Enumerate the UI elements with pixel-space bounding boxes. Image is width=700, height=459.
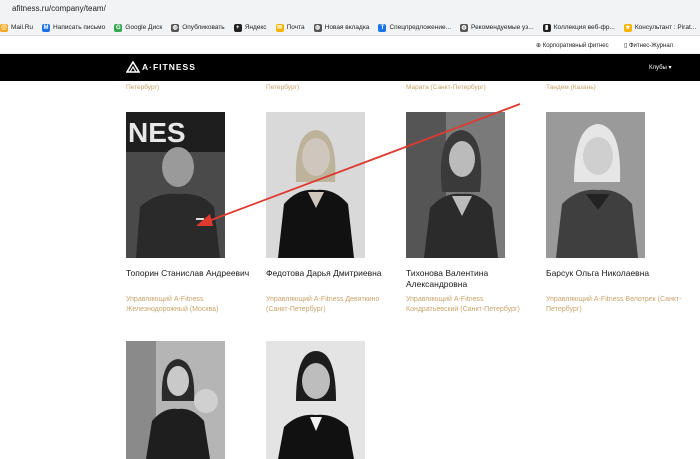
bookmark-label: Почта xyxy=(286,24,305,31)
bookmark-label: Консультант : Pirat... xyxy=(634,24,697,31)
google-icon: G xyxy=(114,23,123,32)
bookmark-label: Яндекс xyxy=(244,24,267,31)
bookmark-item[interactable]: ◍ Новая вкладка xyxy=(313,23,370,32)
bookmark-label: Опубликовать xyxy=(182,24,225,31)
bookmark-label: Написать письмо xyxy=(53,24,106,31)
url-text[interactable]: afitness.ru/company/team/ xyxy=(12,4,106,13)
bookmark-label: Рекомендуемые уз... xyxy=(471,24,534,31)
bookmark-label: Mail.Ru xyxy=(11,24,34,31)
bookmark-item[interactable]: @ Mail.Ru xyxy=(0,23,34,32)
staff-photo[interactable] xyxy=(266,112,365,258)
mailru-icon: @ xyxy=(0,23,8,32)
star-icon: ★ xyxy=(623,23,632,32)
staff-name[interactable]: Федотова Дарья Дмитриевна xyxy=(266,268,386,279)
bookmark-item[interactable]: G Google Диск xyxy=(114,23,163,32)
mail-icon: M xyxy=(42,23,51,32)
logo-mark-icon xyxy=(126,61,140,73)
bookmark-item[interactable]: ◍ Рекомендуемые уз... xyxy=(460,23,534,32)
bookmark-label: Новая вкладка xyxy=(324,24,370,31)
mail-envelope-icon: ✉ xyxy=(275,23,284,32)
globe-icon: ◍ xyxy=(313,23,322,32)
clubs-dropdown[interactable]: Клубы ▾ xyxy=(649,64,672,71)
corporate-fitness-link[interactable]: ⊕ Корпоративный фитнес xyxy=(536,42,609,49)
staff-name[interactable]: Барсук Ольга Николаевна xyxy=(546,268,656,279)
previous-row-caption: Петербург) xyxy=(266,84,300,91)
staff-photo[interactable] xyxy=(546,112,645,258)
bookmark-item[interactable]: ◍ Опубликовать xyxy=(171,23,225,32)
bookmark-label: Google Диск xyxy=(125,24,163,31)
staff-role: Управляющий A-Fitness Железнодорожный (М… xyxy=(126,296,219,313)
bookmark-item[interactable]: ✉ Почта xyxy=(275,23,305,32)
previous-row-caption: Петербург) xyxy=(126,84,160,91)
doc-icon: ▮ xyxy=(542,23,551,32)
previous-row-caption: Тандем (Казань) xyxy=(546,84,596,91)
staff-name[interactable]: Топорин Станислав Андреевич xyxy=(126,268,256,279)
address-bar[interactable]: afitness.ru/company/team/ xyxy=(0,0,700,20)
staff-photo[interactable] xyxy=(266,341,365,459)
site-logo[interactable]: A·FITNESS xyxy=(126,61,196,73)
tp-icon: T xyxy=(378,23,387,32)
fitness-journal-label: Фитнес-Журнал xyxy=(628,43,674,49)
staff-name[interactable]: Тихонова Валентина Александровна xyxy=(406,268,526,290)
corporate-fitness-label: Корпоративный фитнес xyxy=(542,43,609,49)
corporate-topbar: ⊕ Корпоративный фитнес ▯ Фитнес-Журнал xyxy=(0,37,700,54)
bookmark-item[interactable]: ▮ Коллекция веб-фр... xyxy=(542,23,615,32)
main-nav: A·FITNESS Клубы ▾ xyxy=(0,54,700,81)
bookmark-label: Коллекция веб-фр... xyxy=(553,24,615,31)
logo-text: A·FITNESS xyxy=(142,62,196,72)
staff-photo[interactable] xyxy=(406,112,505,258)
fitness-journal-link[interactable]: ▯ Фитнес-Журнал xyxy=(624,42,673,49)
bookmark-item[interactable]: T Спецпредложение... xyxy=(378,23,452,32)
gym-wall-lettering: NES xyxy=(128,117,186,148)
bookmark-label: Спецпредложение... xyxy=(389,24,452,31)
bookmark-item[interactable]: + Яндекс xyxy=(233,23,267,32)
staff-role: Управляющий A-Fitness Кондратьевский (Са… xyxy=(406,296,520,313)
staff-role: Управляющий A-Fitness Велотрек (Санкт-Пе… xyxy=(546,296,682,313)
globe-icon: ◍ xyxy=(460,23,469,32)
staff-photo[interactable] xyxy=(126,341,225,459)
bookmark-item[interactable]: ★ Консультант : Pirat... xyxy=(623,23,697,32)
corporate-icon: ⊕ xyxy=(536,43,543,49)
plus-icon: + xyxy=(233,23,242,32)
previous-row-caption: Марата (Санкт-Петербург) xyxy=(406,84,486,91)
bookmarks-bar: @ Mail.Ru M Написать письмо G Google Диск ◍ Опу… xyxy=(0,20,700,36)
staff-photo[interactable]: NES xyxy=(126,112,225,258)
bookmark-item[interactable]: M Написать письмо xyxy=(42,23,106,32)
staff-role: Управляющий A-Fitness Девяткино (Санкт-П… xyxy=(266,296,380,313)
globe-icon: ◍ xyxy=(171,23,180,32)
